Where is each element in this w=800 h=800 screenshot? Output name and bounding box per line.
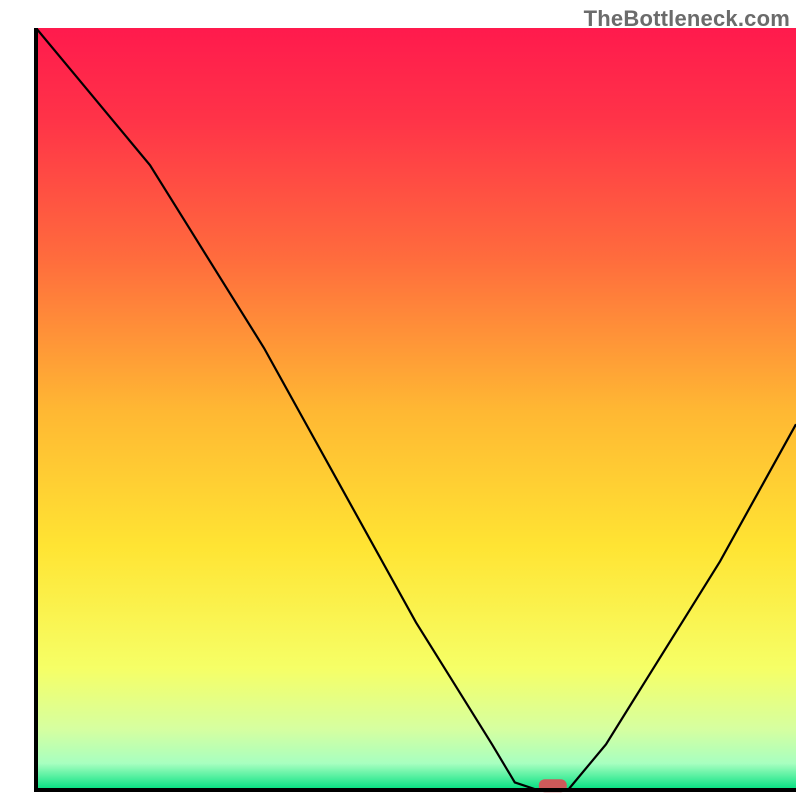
chart-stage: TheBottleneck.com (0, 0, 800, 800)
gradient-background (36, 28, 796, 790)
bottleneck-chart (0, 0, 800, 800)
